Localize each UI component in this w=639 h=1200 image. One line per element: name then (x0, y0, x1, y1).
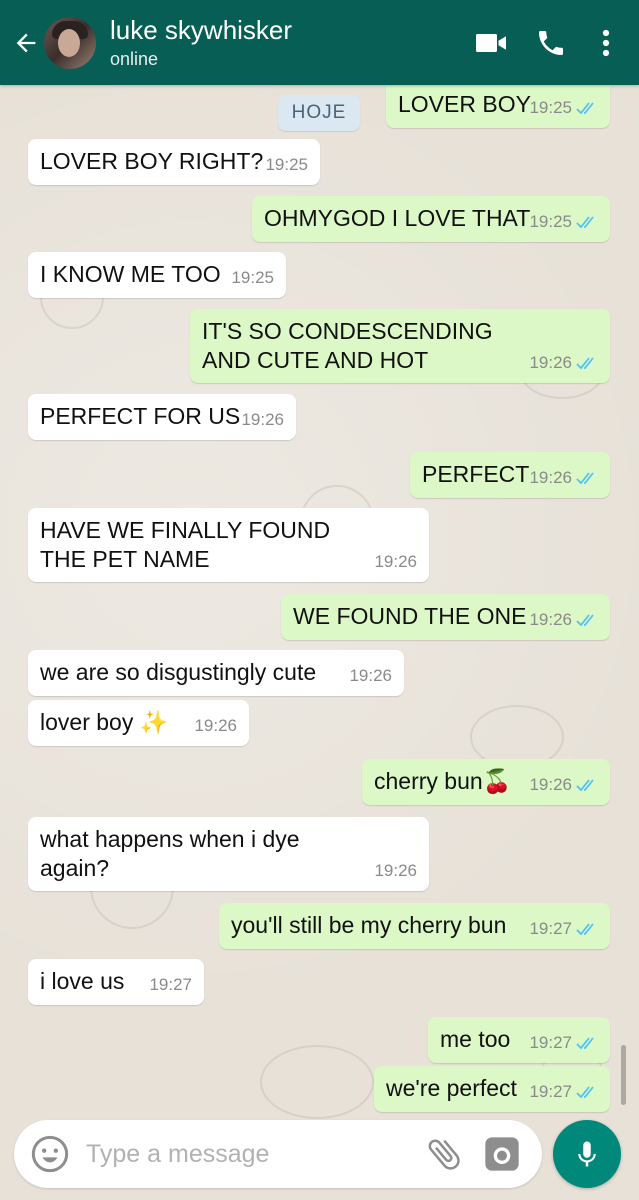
video-call-button[interactable] (461, 0, 521, 85)
contact-status: online (110, 49, 159, 69)
message-meta: 19:26 (529, 348, 598, 377)
message-time: 19:25 (231, 268, 274, 287)
outgoing-message[interactable]: IT'S SO CONDESCENDING AND CUTE AND HOT 19… (190, 309, 610, 383)
message-meta: 19:25 (265, 150, 308, 179)
read-receipt-icon (576, 922, 594, 935)
message-meta: 19:27 (149, 970, 192, 999)
message-time: 19:26 (194, 716, 237, 735)
message-meta: 19:27 (529, 914, 598, 943)
back-arrow-icon (16, 33, 36, 52)
outgoing-message[interactable]: OHMYGOD I LOVE THAT 19:25 (252, 196, 610, 242)
read-receipt-icon (576, 215, 594, 228)
avatar[interactable] (44, 16, 96, 69)
outgoing-message[interactable]: PERFECT 19:26 (410, 452, 610, 498)
message-time: 19:26 (529, 775, 572, 794)
message-time: 19:26 (374, 552, 417, 571)
microphone-icon (578, 1141, 596, 1167)
incoming-message[interactable]: LOVER BOY RIGHT? 19:25 (28, 139, 320, 185)
phone-call-icon (539, 30, 563, 55)
message-text: what happens when i dye again? (40, 826, 300, 881)
message-time: 19:26 (241, 410, 284, 429)
message-time: 19:26 (349, 666, 392, 685)
message-composer: Type a message (14, 1120, 542, 1188)
date-chip: HOJE (278, 95, 360, 131)
message-meta: 19:26 (529, 770, 598, 799)
message-meta: 19:26 (374, 856, 417, 885)
message-time: 19:27 (529, 919, 572, 938)
incoming-message[interactable]: PERFECT FOR US 19:26 (28, 394, 296, 440)
incoming-message[interactable]: i love us 19:27 (28, 959, 204, 1005)
read-receipt-icon (576, 471, 594, 484)
contact-info[interactable]: luke skywhisker online (110, 15, 461, 70)
message-meta: 19:27 (529, 1028, 598, 1057)
message-meta: 19:25 (529, 93, 598, 122)
message-time: 19:27 (149, 975, 192, 994)
message-meta: 19:26 (349, 661, 392, 690)
message-time: 19:26 (374, 861, 417, 880)
incoming-message[interactable]: I KNOW ME TOO 19:25 (28, 252, 286, 298)
message-time: 19:26 (529, 610, 572, 629)
message-time: 19:26 (529, 468, 572, 487)
outgoing-message[interactable]: cherry bun🍒 19:26 (362, 759, 610, 805)
outgoing-message[interactable]: we're perfect 19:27 (374, 1066, 610, 1112)
voice-call-button[interactable] (521, 0, 581, 85)
more-options-icon (602, 29, 610, 56)
read-receipt-icon (576, 101, 594, 114)
read-receipt-icon (576, 1085, 594, 1098)
back-button[interactable] (6, 0, 46, 85)
read-receipt-icon (576, 613, 594, 626)
incoming-message[interactable]: HAVE WE FINALLY FOUND THE PET NAME 19:26 (28, 508, 429, 582)
incoming-message[interactable]: we are so disgustingly cute 19:26 (28, 650, 404, 696)
message-time: 19:25 (265, 155, 308, 174)
voice-message-button[interactable] (553, 1120, 621, 1188)
scrollbar[interactable] (621, 1045, 626, 1105)
incoming-message[interactable]: what happens when i dye again? 19:26 (28, 817, 429, 891)
message-time: 19:27 (529, 1033, 572, 1052)
attach-icon[interactable] (424, 1134, 464, 1174)
more-options-button[interactable] (581, 0, 631, 85)
message-input[interactable]: Type a message (86, 1140, 424, 1169)
message-meta: 19:27 (529, 1077, 598, 1106)
message-meta: 19:26 (529, 605, 598, 634)
outgoing-message[interactable]: LOVER BOY 19:25 (386, 86, 610, 128)
message-text: we are so disgustingly cute (40, 659, 317, 685)
incoming-message[interactable]: lover boy ✨ 19:26 (28, 700, 249, 746)
emoji-icon[interactable] (30, 1134, 70, 1174)
read-receipt-icon (576, 356, 594, 369)
outgoing-message[interactable]: WE FOUND THE ONE 19:26 (281, 594, 610, 640)
contact-name: luke skywhisker (110, 15, 293, 45)
read-receipt-icon (576, 778, 594, 791)
message-meta: 19:26 (241, 405, 284, 434)
message-meta: 19:26 (374, 547, 417, 576)
outgoing-message[interactable]: you'll still be my cherry bun 19:27 (219, 903, 610, 949)
message-time: 19:26 (529, 353, 572, 372)
chat-header: luke skywhisker online (0, 0, 639, 85)
message-time: 19:25 (529, 212, 572, 231)
message-time: 19:27 (529, 1082, 572, 1101)
message-meta: 19:26 (194, 711, 237, 740)
camera-icon[interactable] (482, 1134, 522, 1174)
read-receipt-icon (576, 1036, 594, 1049)
message-meta: 19:25 (231, 263, 274, 292)
video-call-icon (476, 33, 506, 52)
message-meta: 19:25 (529, 207, 598, 236)
outgoing-message[interactable]: me too 19:27 (428, 1017, 610, 1063)
message-text: HAVE WE FINALLY FOUND THE PET NAME (40, 517, 331, 572)
message-time: 19:25 (529, 98, 572, 117)
message-meta: 19:26 (529, 463, 598, 492)
